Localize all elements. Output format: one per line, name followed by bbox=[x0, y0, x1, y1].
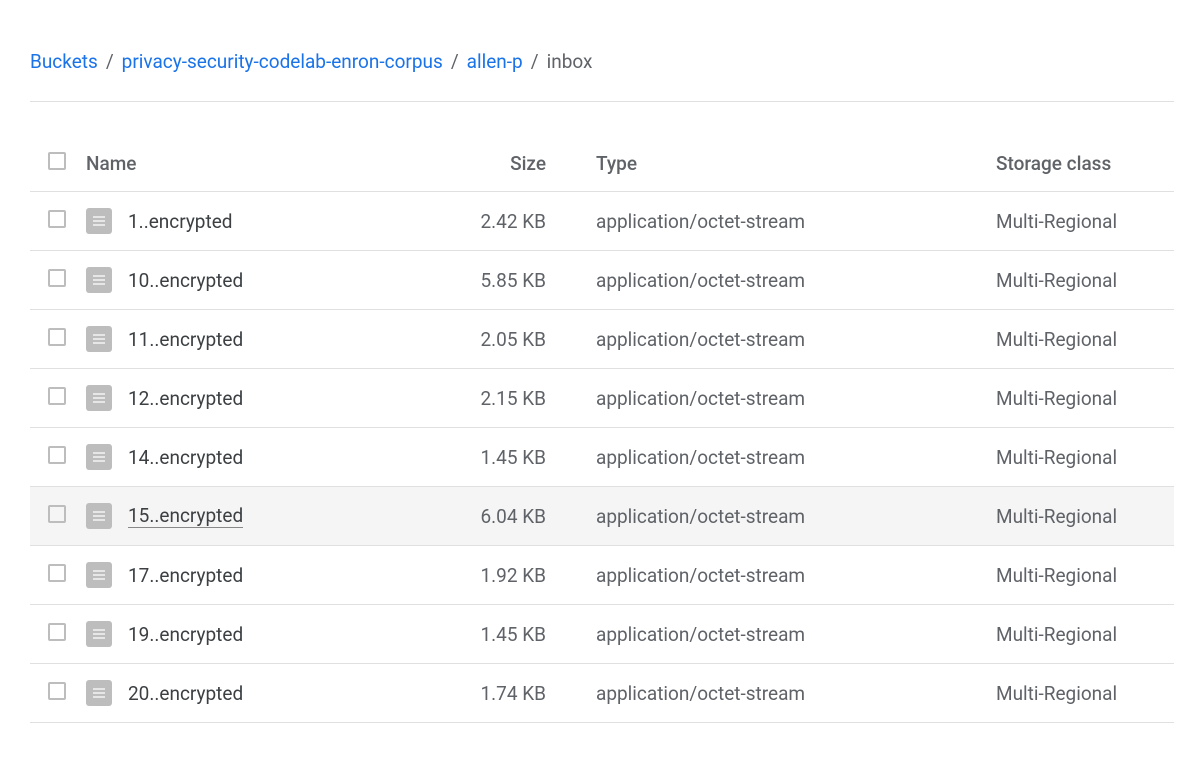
row-type: application/octet-stream bbox=[586, 605, 986, 664]
file-icon bbox=[86, 621, 112, 647]
row-size: 6.04 KB bbox=[436, 487, 586, 546]
header-name[interactable]: Name bbox=[76, 136, 436, 192]
row-checkbox[interactable] bbox=[48, 269, 66, 287]
file-name-link[interactable]: 17..encrypted bbox=[128, 564, 243, 587]
select-all-checkbox[interactable] bbox=[48, 152, 66, 170]
breadcrumb-current: inbox bbox=[547, 50, 593, 73]
file-icon bbox=[86, 385, 112, 411]
row-checkbox[interactable] bbox=[48, 505, 66, 523]
row-name-cell: 15..encrypted bbox=[76, 487, 436, 546]
row-size: 2.15 KB bbox=[436, 369, 586, 428]
table-row: 20..encrypted 1.74 KBapplication/octet-st… bbox=[30, 664, 1174, 723]
row-size: 2.42 KB bbox=[436, 192, 586, 251]
row-checkbox-cell bbox=[30, 251, 76, 310]
table-row: 17..encrypted 1.92 KBapplication/octet-st… bbox=[30, 546, 1174, 605]
row-type: application/octet-stream bbox=[586, 428, 986, 487]
row-checkbox[interactable] bbox=[48, 446, 66, 464]
row-storage-class: Multi-Regional bbox=[986, 664, 1174, 723]
file-icon bbox=[86, 444, 112, 470]
row-storage-class: Multi-Regional bbox=[986, 605, 1174, 664]
header-size[interactable]: Size bbox=[436, 136, 586, 192]
file-icon bbox=[86, 680, 112, 706]
header-type[interactable]: Type bbox=[586, 136, 986, 192]
breadcrumb-separator: / bbox=[531, 50, 539, 73]
row-checkbox-cell bbox=[30, 192, 76, 251]
header-storage-class[interactable]: Storage class bbox=[986, 136, 1174, 192]
header-checkbox-cell bbox=[30, 136, 76, 192]
row-type: application/octet-stream bbox=[586, 192, 986, 251]
table-row: 15..encrypted 6.04 KBapplication/octet-st… bbox=[30, 487, 1174, 546]
row-type: application/octet-stream bbox=[586, 487, 986, 546]
row-size: 1.74 KB bbox=[436, 664, 586, 723]
row-storage-class: Multi-Regional bbox=[986, 310, 1174, 369]
row-name-cell: 14..encrypted bbox=[76, 428, 436, 487]
row-checkbox[interactable] bbox=[48, 682, 66, 700]
file-name-link[interactable]: 1..encrypted bbox=[128, 210, 232, 233]
row-name-cell: 1..encrypted bbox=[76, 192, 436, 251]
file-icon bbox=[86, 267, 112, 293]
row-name-cell: 19..encrypted bbox=[76, 605, 436, 664]
row-checkbox[interactable] bbox=[48, 328, 66, 346]
file-name-link[interactable]: 10..encrypted bbox=[128, 269, 243, 292]
row-checkbox-cell bbox=[30, 487, 76, 546]
row-storage-class: Multi-Regional bbox=[986, 546, 1174, 605]
row-checkbox-cell bbox=[30, 428, 76, 487]
row-checkbox-cell bbox=[30, 664, 76, 723]
row-size: 5.85 KB bbox=[436, 251, 586, 310]
row-storage-class: Multi-Regional bbox=[986, 428, 1174, 487]
breadcrumb-separator: / bbox=[106, 50, 114, 73]
file-name-link[interactable]: 11..encrypted bbox=[128, 328, 243, 351]
file-name-link[interactable]: 20..encrypted bbox=[128, 682, 243, 705]
file-icon bbox=[86, 562, 112, 588]
file-table-wrap: Name Size Type Storage class 1..encrypte… bbox=[30, 136, 1174, 723]
breadcrumb: Buckets / privacy-security-codelab-enron-c… bbox=[30, 50, 1174, 102]
row-storage-class: Multi-Regional bbox=[986, 369, 1174, 428]
row-type: application/octet-stream bbox=[586, 251, 986, 310]
row-size: 1.45 KB bbox=[436, 605, 586, 664]
row-name-cell: 20..encrypted bbox=[76, 664, 436, 723]
row-type: application/octet-stream bbox=[586, 369, 986, 428]
row-name-cell: 12..encrypted bbox=[76, 369, 436, 428]
breadcrumb-link[interactable]: allen-p bbox=[467, 50, 523, 73]
row-name-cell: 17..encrypted bbox=[76, 546, 436, 605]
table-row: 10..encrypted 5.85 KBapplication/octet-st… bbox=[30, 251, 1174, 310]
breadcrumb-link[interactable]: privacy-security-codelab-enron-corpus bbox=[122, 50, 443, 73]
row-name-cell: 11..encrypted bbox=[76, 310, 436, 369]
row-size: 2.05 KB bbox=[436, 310, 586, 369]
row-checkbox-cell bbox=[30, 310, 76, 369]
row-checkbox[interactable] bbox=[48, 623, 66, 641]
table-row: 14..encrypted 1.45 KBapplication/octet-st… bbox=[30, 428, 1174, 487]
row-size: 1.45 KB bbox=[436, 428, 586, 487]
file-icon bbox=[86, 326, 112, 352]
row-checkbox-cell bbox=[30, 546, 76, 605]
file-name-link[interactable]: 15..encrypted bbox=[128, 504, 243, 528]
row-type: application/octet-stream bbox=[586, 546, 986, 605]
row-type: application/octet-stream bbox=[586, 664, 986, 723]
file-name-link[interactable]: 19..encrypted bbox=[128, 623, 243, 646]
file-name-link[interactable]: 14..encrypted bbox=[128, 446, 243, 469]
table-row: 19..encrypted 1.45 KBapplication/octet-st… bbox=[30, 605, 1174, 664]
table-row: 11..encrypted 2.05 KBapplication/octet-st… bbox=[30, 310, 1174, 369]
row-storage-class: Multi-Regional bbox=[986, 251, 1174, 310]
file-table: Name Size Type Storage class 1..encrypte… bbox=[30, 136, 1174, 723]
file-name-link[interactable]: 12..encrypted bbox=[128, 387, 243, 410]
row-storage-class: Multi-Regional bbox=[986, 192, 1174, 251]
file-icon bbox=[86, 208, 112, 234]
row-storage-class: Multi-Regional bbox=[986, 487, 1174, 546]
row-checkbox[interactable] bbox=[48, 564, 66, 582]
row-type: application/octet-stream bbox=[586, 310, 986, 369]
file-icon bbox=[86, 503, 112, 529]
row-checkbox[interactable] bbox=[48, 210, 66, 228]
breadcrumb-link[interactable]: Buckets bbox=[30, 50, 98, 73]
row-name-cell: 10..encrypted bbox=[76, 251, 436, 310]
table-row: 1..encrypted 2.42 KBapplication/octet-str… bbox=[30, 192, 1174, 251]
row-checkbox-cell bbox=[30, 605, 76, 664]
row-checkbox-cell bbox=[30, 369, 76, 428]
breadcrumb-separator: / bbox=[451, 50, 459, 73]
row-checkbox[interactable] bbox=[48, 387, 66, 405]
row-size: 1.92 KB bbox=[436, 546, 586, 605]
table-row: 12..encrypted 2.15 KBapplication/octet-st… bbox=[30, 369, 1174, 428]
